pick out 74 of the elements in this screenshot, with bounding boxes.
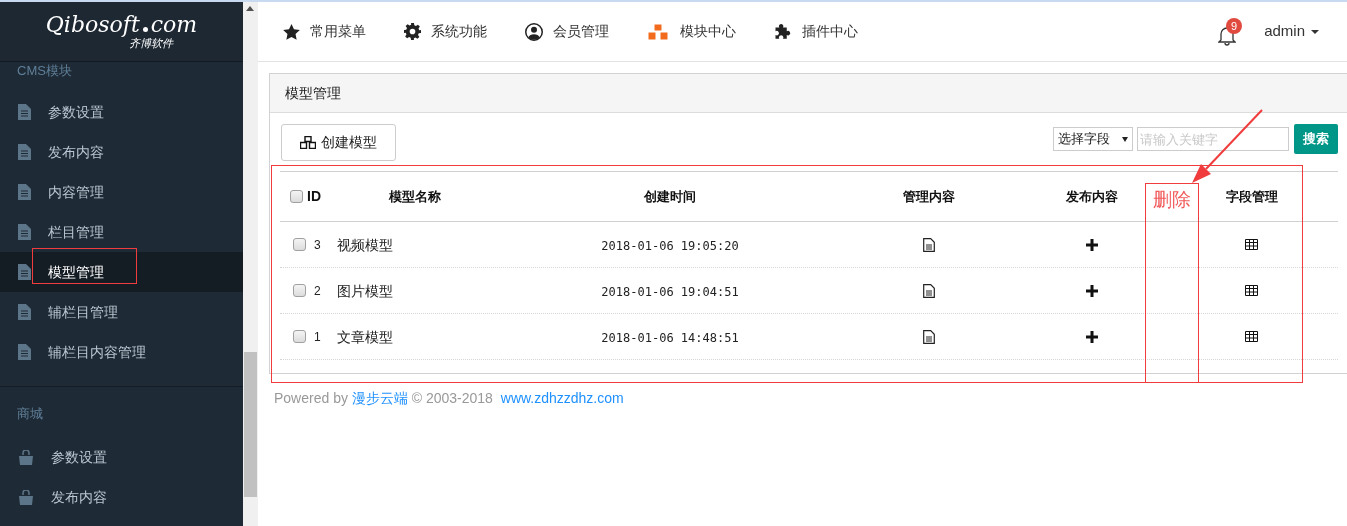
- sidebar-item[interactable]: 参数设置: [0, 437, 243, 477]
- annotation-label: 删除: [1153, 188, 1191, 212]
- checkbox[interactable]: [293, 284, 306, 297]
- bag-icon: [18, 489, 34, 505]
- document-icon: [18, 264, 31, 280]
- plus-icon[interactable]: [1086, 284, 1098, 297]
- document-icon: [18, 344, 31, 360]
- user-menu[interactable]: admin: [1264, 20, 1319, 43]
- column-header: 创建时间: [644, 188, 696, 204]
- document-icon: [18, 104, 31, 120]
- document-icon: [18, 224, 31, 240]
- table-icon[interactable]: [1245, 285, 1258, 296]
- create-model-button[interactable]: 创建模型: [281, 124, 396, 161]
- document-icon: [18, 144, 31, 160]
- sidebar-item[interactable]: 参数设置: [0, 92, 243, 132]
- document-icon[interactable]: [923, 329, 935, 344]
- field-select[interactable]: 选择字段: [1053, 127, 1133, 151]
- column-header: ID: [307, 187, 321, 206]
- plus-icon[interactable]: [1086, 330, 1098, 343]
- document-icon[interactable]: [923, 237, 935, 252]
- user-icon: [525, 22, 543, 41]
- table-cell: 视频模型: [337, 236, 393, 253]
- table-cell-text: 2: [314, 282, 321, 300]
- bag-icon: [18, 449, 34, 465]
- cubes-icon: [647, 22, 670, 41]
- nav-item[interactable]: 系统功能: [404, 21, 487, 42]
- scrollbar[interactable]: [243, 2, 258, 526]
- plus-icon[interactable]: [1086, 238, 1098, 251]
- document-icon: [18, 304, 31, 320]
- checkbox[interactable]: [293, 330, 306, 343]
- notification-button[interactable]: 9: [1218, 17, 1245, 46]
- sidebar-group-title: CMS模块: [16, 64, 73, 78]
- panel-title: 模型管理: [285, 83, 341, 103]
- sidebar-item[interactable]: 栏目管理: [0, 212, 243, 252]
- sidebar-item[interactable]: 发布内容: [0, 477, 243, 517]
- column-header: 发布内容: [1066, 188, 1118, 204]
- notification-badge: 9: [1226, 17, 1243, 34]
- column-header: 字段管理: [1225, 188, 1278, 204]
- table-cell: 图片模型: [337, 282, 393, 299]
- column-header: 管理内容: [903, 188, 955, 204]
- table-cell: 2018-01-06 19:04:51: [601, 284, 739, 299]
- sidebar-item[interactable]: 辅栏目管理: [0, 292, 243, 332]
- nav-item[interactable]: 会员管理: [525, 21, 609, 42]
- search-button[interactable]: 搜索: [1294, 124, 1338, 154]
- sidebar-item[interactable]: 发布内容: [0, 132, 243, 172]
- table-cell: 文章模型: [337, 328, 393, 345]
- logo-text: Qibosoft: [45, 14, 140, 36]
- checkbox[interactable]: [293, 238, 306, 251]
- table-cell-text: 3: [314, 236, 321, 254]
- nav-item[interactable]: 模块中心: [647, 21, 736, 42]
- document-icon[interactable]: [923, 283, 935, 298]
- puzzle-icon: [774, 22, 792, 41]
- cubes-icon: [300, 136, 316, 149]
- star-icon: [283, 23, 300, 40]
- sidebar-item[interactable]: 模型管理: [0, 252, 243, 292]
- sidebar-item[interactable]: 辅栏目内容管理: [0, 332, 243, 372]
- table-cell: 2018-01-06 14:48:51: [601, 330, 739, 345]
- footer-text: Powered by 漫步云端 © 2003-2018 www.zdhzzdhz.com: [273, 389, 625, 408]
- column-header: 模型名称: [389, 188, 441, 204]
- table-cell-text: 1: [314, 328, 321, 346]
- caret-icon: [1122, 136, 1128, 142]
- logo-text: com: [150, 14, 198, 36]
- checkbox[interactable]: [290, 190, 303, 203]
- table-icon[interactable]: [1245, 239, 1258, 250]
- nav-item[interactable]: 常用菜单: [283, 21, 366, 42]
- nav-item[interactable]: 插件中心: [774, 21, 858, 42]
- caret-icon: [1311, 29, 1319, 34]
- table-cell: 2018-01-06 19:05:20: [601, 238, 739, 253]
- table-icon[interactable]: [1245, 331, 1258, 342]
- gear-icon: [404, 23, 421, 40]
- document-icon: [18, 184, 31, 200]
- logo-subtitle: 齐博软件: [129, 38, 174, 49]
- sidebar-item[interactable]: 内容管理: [0, 172, 243, 212]
- sidebar-group-title: 商城: [16, 407, 44, 421]
